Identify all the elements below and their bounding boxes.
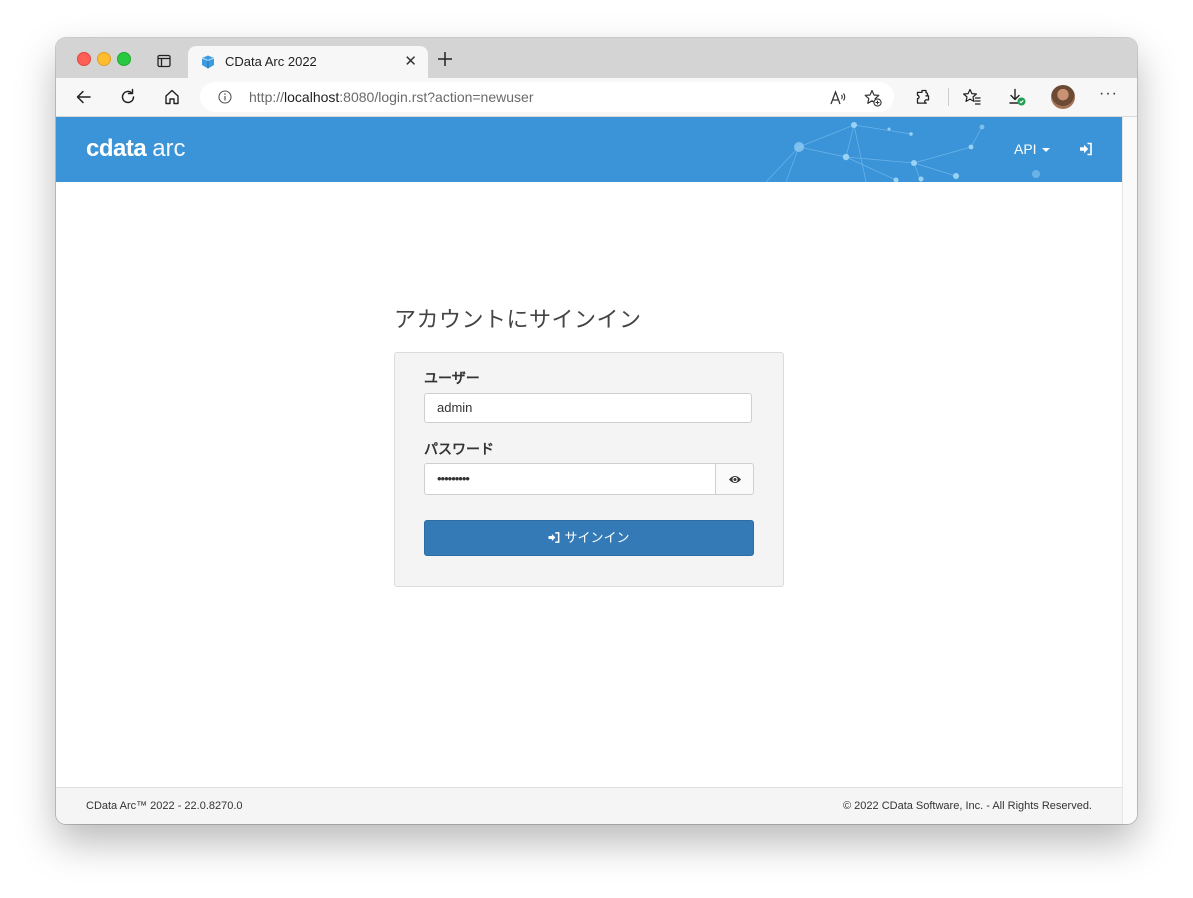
sign-in-button[interactable]: サインイン (424, 520, 754, 556)
more-options-icon[interactable]: ··· (1099, 85, 1118, 103)
url-host: localhost (284, 89, 340, 105)
extensions-icon[interactable] (915, 88, 933, 106)
copyright-text: © 2022 CData Software, Inc. - All Rights… (843, 800, 1092, 812)
new-tab-icon[interactable] (436, 50, 454, 68)
read-aloud-icon[interactable] (829, 89, 847, 107)
refresh-icon[interactable] (119, 88, 137, 106)
url-path: :8080/login.rst?action=newuser (339, 89, 534, 105)
show-password-button[interactable] (715, 463, 754, 495)
url-text[interactable]: http://localhost:8080/login.rst?action=n… (249, 89, 533, 105)
tab-cdata-arc[interactable]: CData Arc 2022 ✕ (188, 46, 428, 78)
close-tab-icon[interactable]: ✕ (404, 52, 417, 70)
site-info-icon[interactable] (218, 90, 232, 104)
back-icon[interactable] (75, 88, 93, 106)
tab-title: CData Arc 2022 (225, 54, 317, 69)
browser-window: CData Arc 2022 ✕ http://localhost:8080/l… (56, 38, 1137, 824)
page-footer: CData Arc™ 2022 - 22.0.8270.0 © 2022 CDa… (56, 787, 1122, 824)
caret-down-icon (1041, 148, 1050, 153)
navigation-bar: http://localhost:8080/login.rst?action=n… (56, 78, 1137, 117)
api-menu[interactable]: API (1014, 141, 1050, 157)
page-title: アカウントにサインイン (394, 307, 642, 332)
zoom-window-button[interactable] (117, 52, 131, 66)
minimize-window-button[interactable] (97, 52, 111, 66)
eye-icon (729, 476, 741, 483)
password-label: パスワード (424, 441, 494, 457)
close-window-button[interactable] (77, 52, 91, 66)
version-text: CData Arc™ 2022 - 22.0.8270.0 (86, 800, 243, 812)
url-scheme: http:// (249, 89, 285, 105)
sign-in-label: サインイン (564, 530, 630, 545)
downloads-icon[interactable] (1008, 88, 1026, 106)
user-input[interactable]: admin (424, 393, 752, 423)
page-scrollbar[interactable] (1122, 117, 1137, 824)
logo-sub-text: arc (152, 135, 186, 162)
api-menu-label: API (1014, 141, 1037, 157)
password-input[interactable]: ••••••••• (424, 463, 716, 495)
login-panel: ユーザー admin パスワード ••••••••• サインイン (394, 352, 784, 587)
app-header: cdata arc API (56, 117, 1122, 182)
logo-main-text: cdata (86, 135, 147, 162)
sign-in-icon (548, 532, 560, 543)
cdata-favicon-icon (201, 55, 215, 69)
home-icon[interactable] (163, 88, 181, 106)
sign-in-icon[interactable] (1079, 142, 1093, 156)
cdata-arc-logo[interactable]: cdata arc (86, 135, 186, 163)
toolbar-divider (948, 88, 949, 106)
user-label: ユーザー (424, 370, 480, 386)
address-bar[interactable]: http://localhost:8080/login.rst?action=n… (200, 82, 894, 112)
tab-actions-icon[interactable] (156, 53, 172, 69)
favorites-icon[interactable] (963, 88, 981, 106)
tab-bar: CData Arc 2022 ✕ (56, 38, 1137, 78)
add-favorite-icon[interactable] (864, 89, 882, 107)
password-group: ••••••••• (424, 463, 754, 495)
profile-avatar[interactable] (1051, 85, 1075, 109)
network-decoration (765, 122, 1040, 182)
